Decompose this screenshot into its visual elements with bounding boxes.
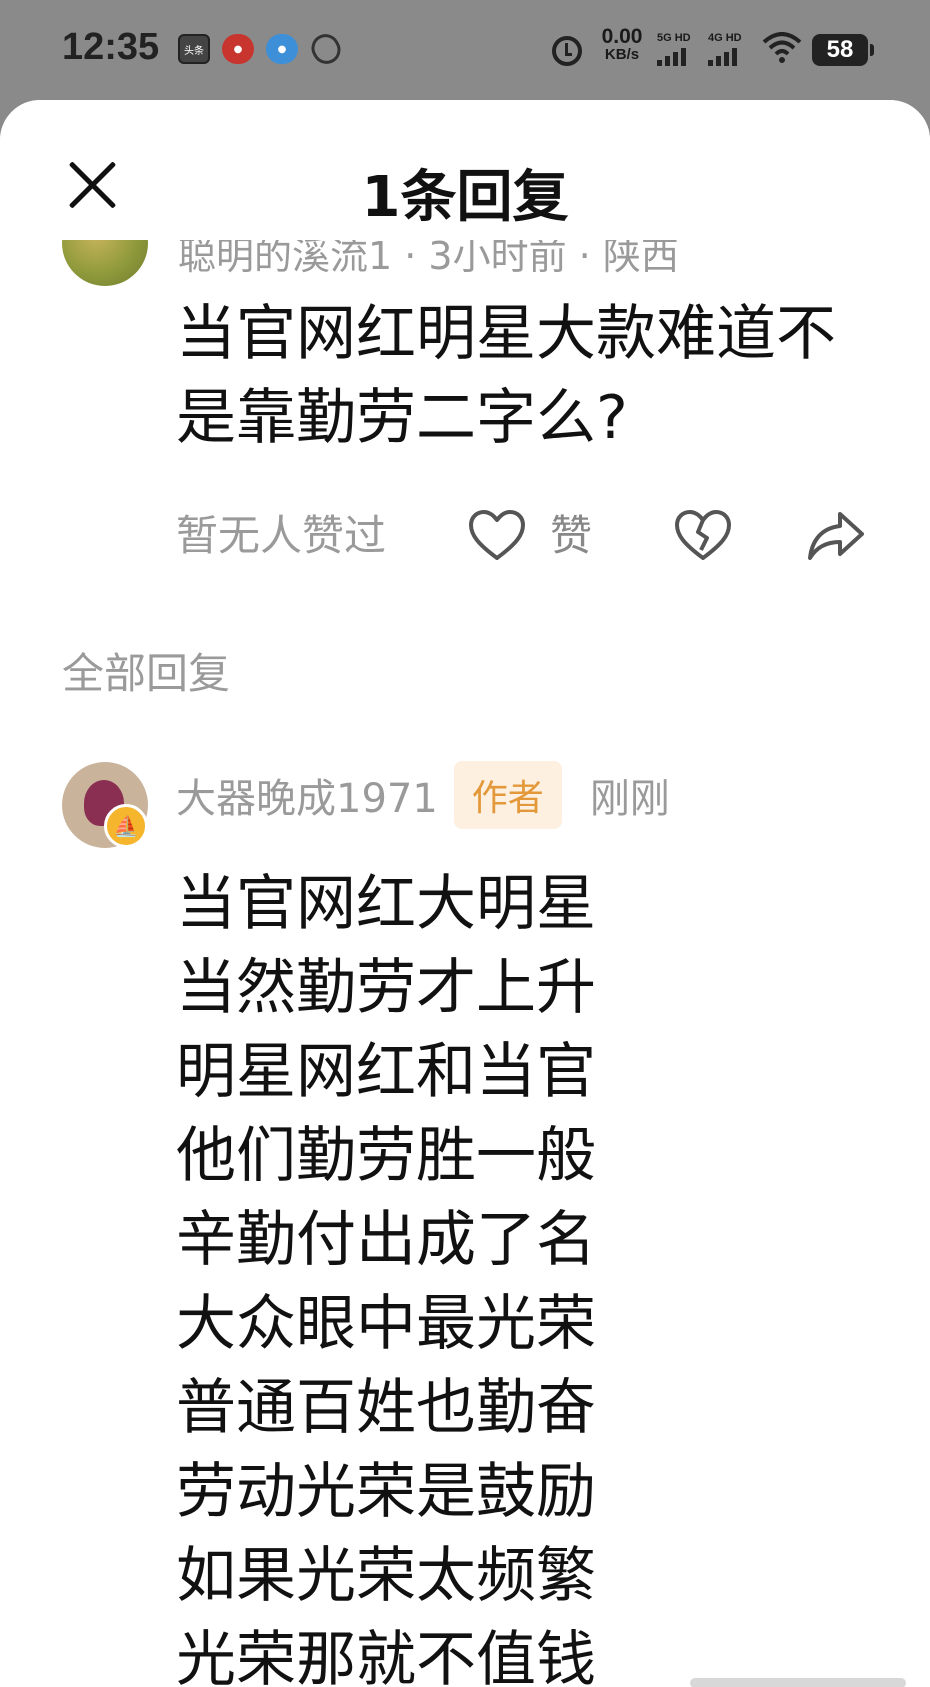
reply-meta: 大器晚成1971 作者 刚刚 [176,760,670,830]
parent-comment-actions: 暂无人赞过 赞 [176,490,876,570]
battery-icon: 58 [812,34,874,66]
reply-text: 当官网红大明星 当然勤劳才上升 明星网红和当官 他们勤劳胜一般 辛勤付出成了名 … [176,862,596,1687]
reply-line: 光荣那就不值钱 [176,1625,596,1687]
status-bar: 12:35 头条 ● ● 0.00 KB/s 5G HD 4G HD 58 [0,0,930,100]
app-icon-blue: ● [266,34,298,64]
signal-icon: 5G HD [655,32,701,66]
reply-line: 明星网红和当官 [176,1037,596,1107]
battery-level: 58 [826,36,854,63]
reply-time: 刚刚 [589,776,670,822]
home-indicator [690,1678,906,1687]
broken-heart-icon[interactable] [674,510,732,562]
reply-line: 劳动光荣是鼓励 [176,1457,596,1527]
alarm-icon [552,36,582,66]
news-app-icon: 头条 [178,34,210,64]
author-badge: 作者 [453,761,562,829]
heart-icon[interactable] [468,510,526,562]
replies-sheet: 1条回复 聪明的溪流1 · 3小时前 · 陕西 当官网红明星大款难道不是靠勤劳二… [0,100,930,1687]
network-speed: 0.00 KB/s [592,25,652,64]
app-icon-red: ● [222,34,254,64]
sheet-header: 1条回复 [0,100,930,240]
like-label[interactable]: 赞 [550,502,592,563]
avatar[interactable]: ⛵ [62,762,148,848]
wifi-icon [762,32,802,63]
reply-line: 他们勤劳胜一般 [176,1121,596,1191]
share-icon[interactable] [806,510,866,562]
network-speed-value: 0.00 [601,25,643,48]
parent-comment-text: 当官网红明星大款难道不是靠勤劳二字么? [176,299,836,453]
link-app-icon [306,29,346,69]
reply-line: 如果光荣太频繁 [176,1541,596,1611]
sheet-title: 1条回复 [361,165,569,230]
reply-line: 大众眼中最光荣 [176,1289,596,1359]
sim1-label: 5G HD [657,32,691,44]
level-badge-icon: ⛵ [104,804,148,848]
signal-icon-2: 4G HD [706,32,752,66]
status-time: 12:35 [62,26,160,68]
all-replies-heading: 全部回复 [62,649,231,698]
reply-line: 普通百姓也勤奋 [176,1373,596,1443]
network-speed-unit: KB/s [604,46,640,63]
reply-line: 当官网红大明星 [176,869,596,939]
reply-author-name[interactable]: 大器晚成1971 [176,766,438,824]
sim2-label: 4G HD [708,32,742,44]
liked-status: 暂无人赞过 [176,511,387,560]
reply-line: 辛勤付出成了名 [176,1205,596,1275]
reply-line: 当然勤劳才上升 [176,953,596,1023]
